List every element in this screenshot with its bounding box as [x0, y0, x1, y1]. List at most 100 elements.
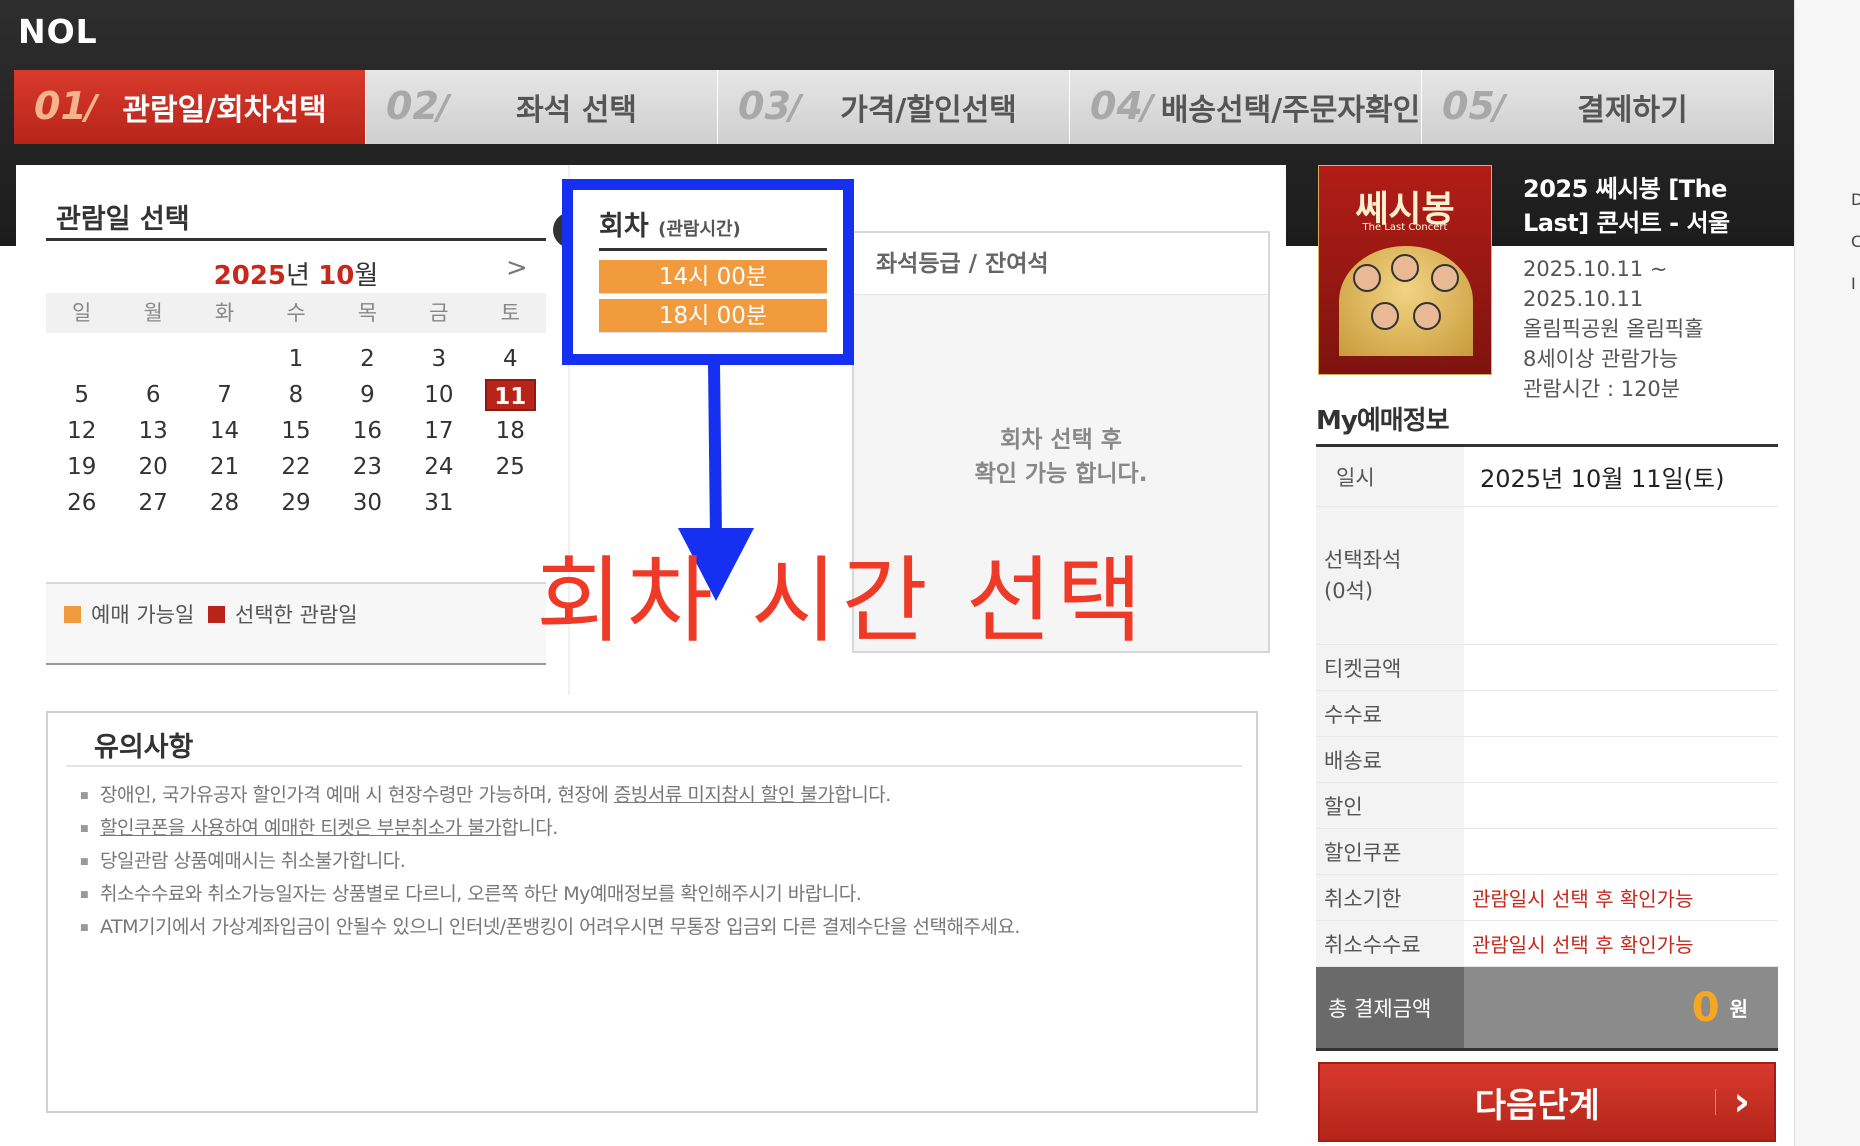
my-booking-table: 일시 2025년 10월 11일(토) 선택좌석 (0석) 티켓금액 수수료 배… — [1316, 444, 1778, 1051]
divider — [1714, 1089, 1716, 1115]
calendar-day[interactable]: 6 — [117, 379, 188, 411]
my-booking-title: My예매정보 — [1316, 406, 1450, 436]
calendar-empty-cell — [189, 343, 260, 375]
calendar-day[interactable]: 2 — [332, 343, 403, 375]
background-page-edge: D C I — [1794, 0, 1860, 1146]
calendar-empty-cell — [117, 343, 188, 375]
step-navigation: 01 관람일/회차선택 02 좌석 선택 03 가격/할인선택 04 배송선택/… — [14, 70, 1774, 144]
step-label: 관람일/회차선택 — [122, 93, 327, 128]
calendar-day[interactable]: 16 — [332, 415, 403, 447]
notice-item: 할인쿠폰을 사용하여 예매한 티켓은 부분취소가 불가합니다. — [80, 812, 1020, 845]
calendar-day[interactable]: 1 — [260, 343, 331, 375]
weekday-label: 월 — [143, 301, 163, 325]
booking-row-discount: 할인 — [1316, 783, 1778, 829]
calendar-day[interactable]: 18 — [475, 415, 546, 447]
notice-title: 유의사항 — [94, 732, 194, 763]
calendar-day[interactable]: 30 — [332, 487, 403, 519]
calendar-day[interactable]: 29 — [260, 487, 331, 519]
calendar-day[interactable]: 3 — [403, 343, 474, 375]
calendar-day[interactable]: 7 — [189, 379, 260, 411]
step-3-price[interactable]: 03 가격/할인선택 — [718, 70, 1070, 144]
annotation-label: 회차 시간 선택 — [536, 547, 1147, 656]
calendar-day[interactable]: 27 — [117, 487, 188, 519]
next-step-button[interactable]: 다음단계 › — [1318, 1062, 1776, 1142]
event-runtime: 관람시간 : 120분 — [1523, 377, 1681, 401]
chevron-right-icon: › — [1733, 1079, 1750, 1125]
event-poster[interactable]: 쎄시봉 The Last Concert 올림픽공원 올림픽홀 — [1318, 165, 1492, 375]
calendar-day[interactable]: 4 — [475, 343, 546, 375]
calendar-day[interactable]: 10 — [403, 379, 474, 411]
weekday-label: 화 — [214, 301, 235, 325]
step-1-date-session[interactable]: 01 관람일/회차선택 — [14, 70, 366, 144]
calendar-day[interactable]: 23 — [332, 451, 403, 483]
booking-row-cancel-deadline: 취소기한 관람일시 선택 후 확인가능 — [1316, 875, 1778, 921]
calendar-day[interactable]: 12 — [46, 415, 117, 447]
step-label: 결제하기 — [1577, 93, 1688, 128]
notice-item: 당일관람 상품예매시는 취소불가합니다. — [80, 845, 1020, 878]
month-suffix: 월 — [354, 261, 379, 291]
calendar-day[interactable]: 14 — [189, 415, 260, 447]
session-highlight-box: 회차 (관람시간) 14시 00분 18시 00분 — [562, 179, 854, 365]
calendar-day[interactable]: 20 — [117, 451, 188, 483]
divider — [66, 765, 1242, 767]
event-title: 2025 쎄시봉 [The Last] 콘서트 - 서울 — [1523, 175, 1730, 237]
performer-face-icon — [1431, 264, 1459, 292]
calendar-day[interactable]: 22 — [260, 451, 331, 483]
weekday-label: 금 — [429, 301, 449, 325]
calendar-day[interactable]: 17 — [403, 415, 474, 447]
step-4-delivery[interactable]: 04 배송선택/주문자확인 — [1070, 70, 1422, 144]
event-date-start: 2025.10.11 ~ — [1523, 257, 1668, 281]
seat-placeholder-message: 회차 선택 후 확인 가능 합니다. — [974, 427, 1148, 487]
event-info: 2025.10.11 ~ 2025.10.11 올림픽공원 올림픽홀 8세이상 … — [1523, 254, 1704, 404]
step-2-seat[interactable]: 02 좌석 선택 — [366, 70, 718, 144]
session-time-button[interactable]: 14시 00분 — [599, 260, 827, 294]
weekday-label: 일 — [72, 301, 92, 325]
event-age: 8세이상 관람가능 — [1523, 347, 1679, 371]
booking-date-value: 2025년 10월 11일(토) — [1480, 465, 1725, 493]
next-month-chevron-icon[interactable]: > — [506, 253, 528, 283]
event-venue: 올림픽공원 올림픽홀 — [1523, 317, 1704, 341]
main-content: 관람일 선택 2025년 10월 > 일월화수목금토 1 2 3 4 5 6 7 8 9 10 11… — [16, 165, 1286, 1146]
calendar-day[interactable]: 5 — [46, 379, 117, 411]
calendar-day[interactable]: 13 — [117, 415, 188, 447]
booking-row-ticket: 티켓금액 — [1316, 645, 1778, 691]
calendar-month-label: 2025년 10월 — [46, 255, 546, 292]
year-value: 2025 — [213, 261, 287, 291]
calendar-day[interactable]: 24 — [403, 451, 474, 483]
calendar-day[interactable]: 15 — [260, 415, 331, 447]
calendar-day[interactable]: 25 — [475, 451, 546, 483]
next-step-label: 다음단계 — [1474, 1085, 1600, 1126]
calendar-day[interactable]: 26 — [46, 487, 117, 519]
weekday-label: 토 — [500, 301, 520, 325]
event-date-end: 2025.10.11 — [1523, 287, 1644, 311]
booking-row-fee: 수수료 — [1316, 691, 1778, 737]
weekday-label: 목 — [357, 301, 378, 325]
brand-logo: NOL — [18, 12, 98, 51]
step-label: 좌석 선택 — [516, 93, 637, 128]
booking-row-delivery: 배송료 — [1316, 737, 1778, 783]
calendar-day[interactable]: 9 — [332, 379, 403, 411]
step-label: 배송선택/주문자확인 — [1160, 93, 1421, 128]
edge-letter: C — [1851, 232, 1860, 251]
booking-total: 총 결제금액 0 원 — [1316, 967, 1778, 1051]
calendar-day[interactable]: 19 — [46, 451, 117, 483]
calendar-title: 관람일 선택 — [56, 204, 190, 235]
divider — [599, 248, 827, 251]
calendar-day[interactable]: 8 — [260, 379, 331, 411]
performer-face-icon — [1371, 302, 1399, 330]
calendar-day[interactable]: 31 — [403, 487, 474, 519]
poster-subtitle: The Last Concert — [1362, 222, 1448, 233]
session-time-button[interactable]: 18시 00분 — [599, 299, 827, 333]
performer-face-icon — [1391, 254, 1419, 282]
calendar-day[interactable]: 28 — [189, 487, 260, 519]
edge-letter: D — [1851, 190, 1860, 209]
calendar-day-grid: 1 2 3 4 5 6 7 8 9 10 11 12 13 14 15 16 17 18 19 20 21 22 23 24 2… — [46, 343, 546, 519]
calendar-day[interactable]: 21 — [189, 451, 260, 483]
session-title: 회차 (관람시간) — [599, 211, 741, 242]
step-5-payment[interactable]: 05 결제하기 — [1422, 70, 1774, 144]
calendar-day-selected[interactable]: 11 — [484, 379, 536, 411]
total-amount: 0 — [1691, 984, 1720, 1031]
orange-square-icon — [64, 606, 81, 623]
calendar-legend: 예매 가능일 선택한 관람일 — [46, 582, 546, 665]
booking-row-cancel-fee: 취소수수료 관람일시 선택 후 확인가능 — [1316, 921, 1778, 967]
